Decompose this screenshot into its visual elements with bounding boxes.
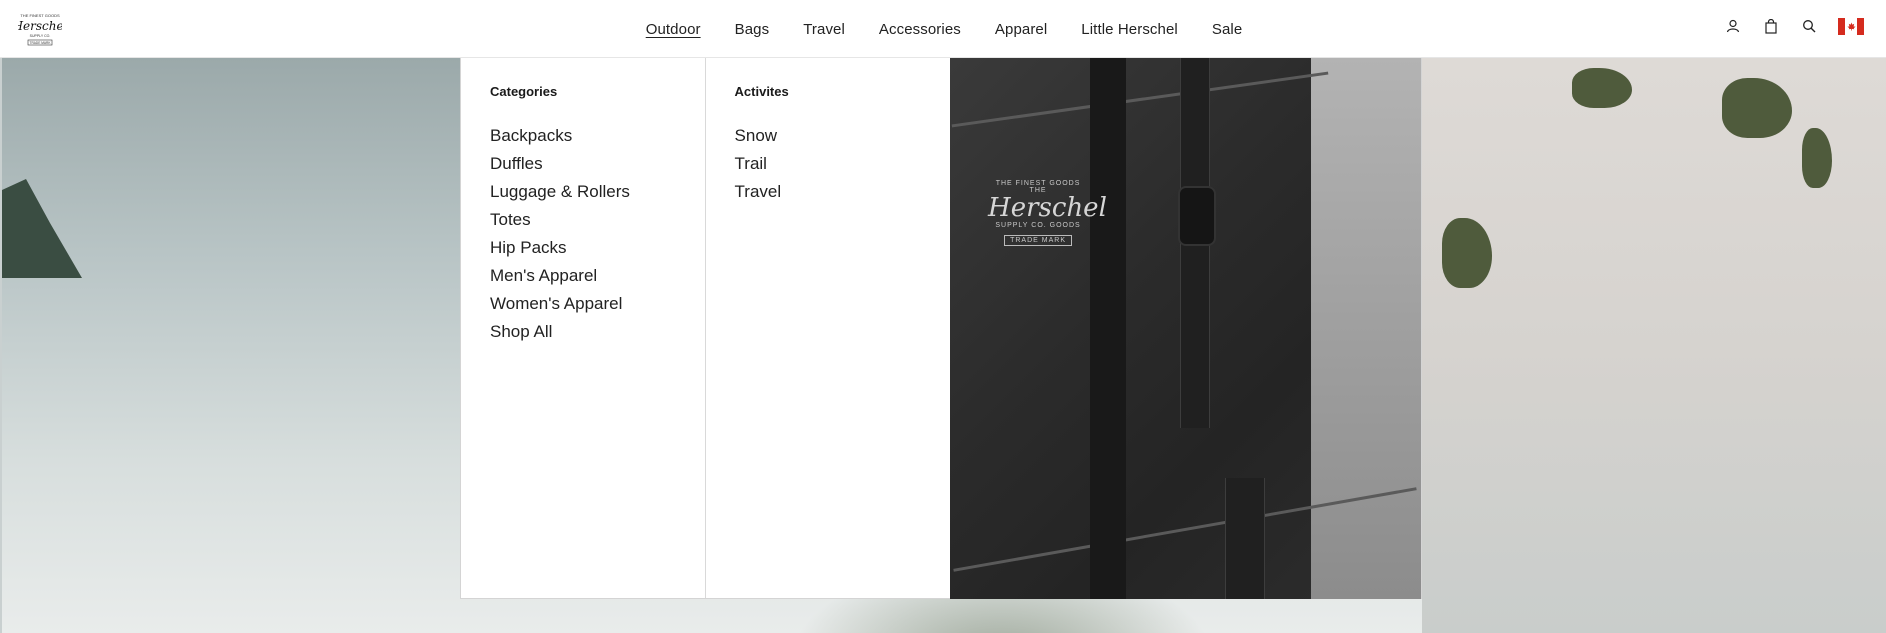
main-nav: Outdoor Bags Travel Accessories Apparel … bbox=[0, 0, 1886, 58]
nav-travel[interactable]: Travel bbox=[803, 21, 845, 38]
menu-link-luggage-rollers[interactable]: Luggage & Rollers bbox=[490, 178, 705, 206]
bag-strap-vertical bbox=[1225, 478, 1266, 599]
ridge-rock bbox=[1442, 218, 1492, 288]
outdoor-mega-menu: Categories Backpacks Duffles Luggage & R… bbox=[460, 58, 1422, 599]
menu-link-trail[interactable]: Trail bbox=[735, 150, 951, 178]
promo-logo-sub: SUPPLY CO. GOODS bbox=[995, 222, 1081, 229]
activities-heading: Activites bbox=[734, 84, 789, 99]
nav-bags[interactable]: Bags bbox=[735, 21, 770, 38]
ridge-rock bbox=[1572, 68, 1632, 108]
nav-outdoor[interactable]: Outdoor bbox=[646, 21, 701, 38]
utility-icons bbox=[1724, 17, 1864, 35]
bag-buckle bbox=[1178, 186, 1217, 246]
account-icon[interactable] bbox=[1724, 17, 1742, 35]
canada-flag-icon[interactable] bbox=[1838, 17, 1864, 35]
hero-snow-ridge bbox=[1422, 58, 1886, 633]
bag-icon[interactable] bbox=[1762, 17, 1780, 35]
categories-list: Backpacks Duffles Luggage & Rollers Tote… bbox=[490, 122, 705, 346]
promo-logo-top: THE FINEST GOODS bbox=[995, 180, 1081, 187]
nav-sale[interactable]: Sale bbox=[1212, 21, 1242, 38]
bag-strap bbox=[1090, 58, 1127, 599]
nav-little-herschel[interactable]: Little Herschel bbox=[1081, 21, 1178, 38]
promo-logo-name: Herschel bbox=[988, 193, 1107, 223]
menu-link-travel[interactable]: Travel bbox=[735, 178, 951, 206]
menu-link-shop-all[interactable]: Shop All bbox=[490, 318, 705, 346]
categories-column: Categories Backpacks Duffles Luggage & R… bbox=[461, 58, 706, 598]
ridge-rock bbox=[1722, 78, 1792, 138]
site-header: THE FINEST GOODS Herschel SUPPLY CO. TRA… bbox=[0, 0, 1886, 58]
menu-link-duffles[interactable]: Duffles bbox=[490, 150, 705, 178]
nav-accessories[interactable]: Accessories bbox=[879, 21, 961, 38]
categories-heading: Categories bbox=[490, 84, 558, 99]
menu-link-snow[interactable]: Snow bbox=[735, 122, 951, 150]
nav-apparel[interactable]: Apparel bbox=[995, 21, 1047, 38]
promo-logo-badge: TRADE MARK bbox=[1004, 235, 1072, 246]
menu-link-hip-packs[interactable]: Hip Packs bbox=[490, 234, 705, 262]
menu-link-backpacks[interactable]: Backpacks bbox=[490, 122, 705, 150]
menu-link-totes[interactable]: Totes bbox=[490, 206, 705, 234]
menu-link-womens-apparel[interactable]: Women's Apparel bbox=[490, 290, 705, 318]
activities-column: Activites Snow Trail Travel bbox=[706, 58, 951, 598]
promo-herschel-logo: THE FINEST GOODS THE Herschel SUPPLY CO.… bbox=[988, 180, 1107, 247]
promo-duffle-image[interactable]: THE FINEST GOODS THE Herschel SUPPLY CO.… bbox=[950, 58, 1421, 599]
search-icon[interactable] bbox=[1800, 17, 1818, 35]
ridge-rock bbox=[1802, 128, 1832, 188]
menu-link-mens-apparel[interactable]: Men's Apparel bbox=[490, 262, 705, 290]
hero-rock bbox=[2, 179, 82, 278]
activities-list: Snow Trail Travel bbox=[735, 122, 951, 206]
